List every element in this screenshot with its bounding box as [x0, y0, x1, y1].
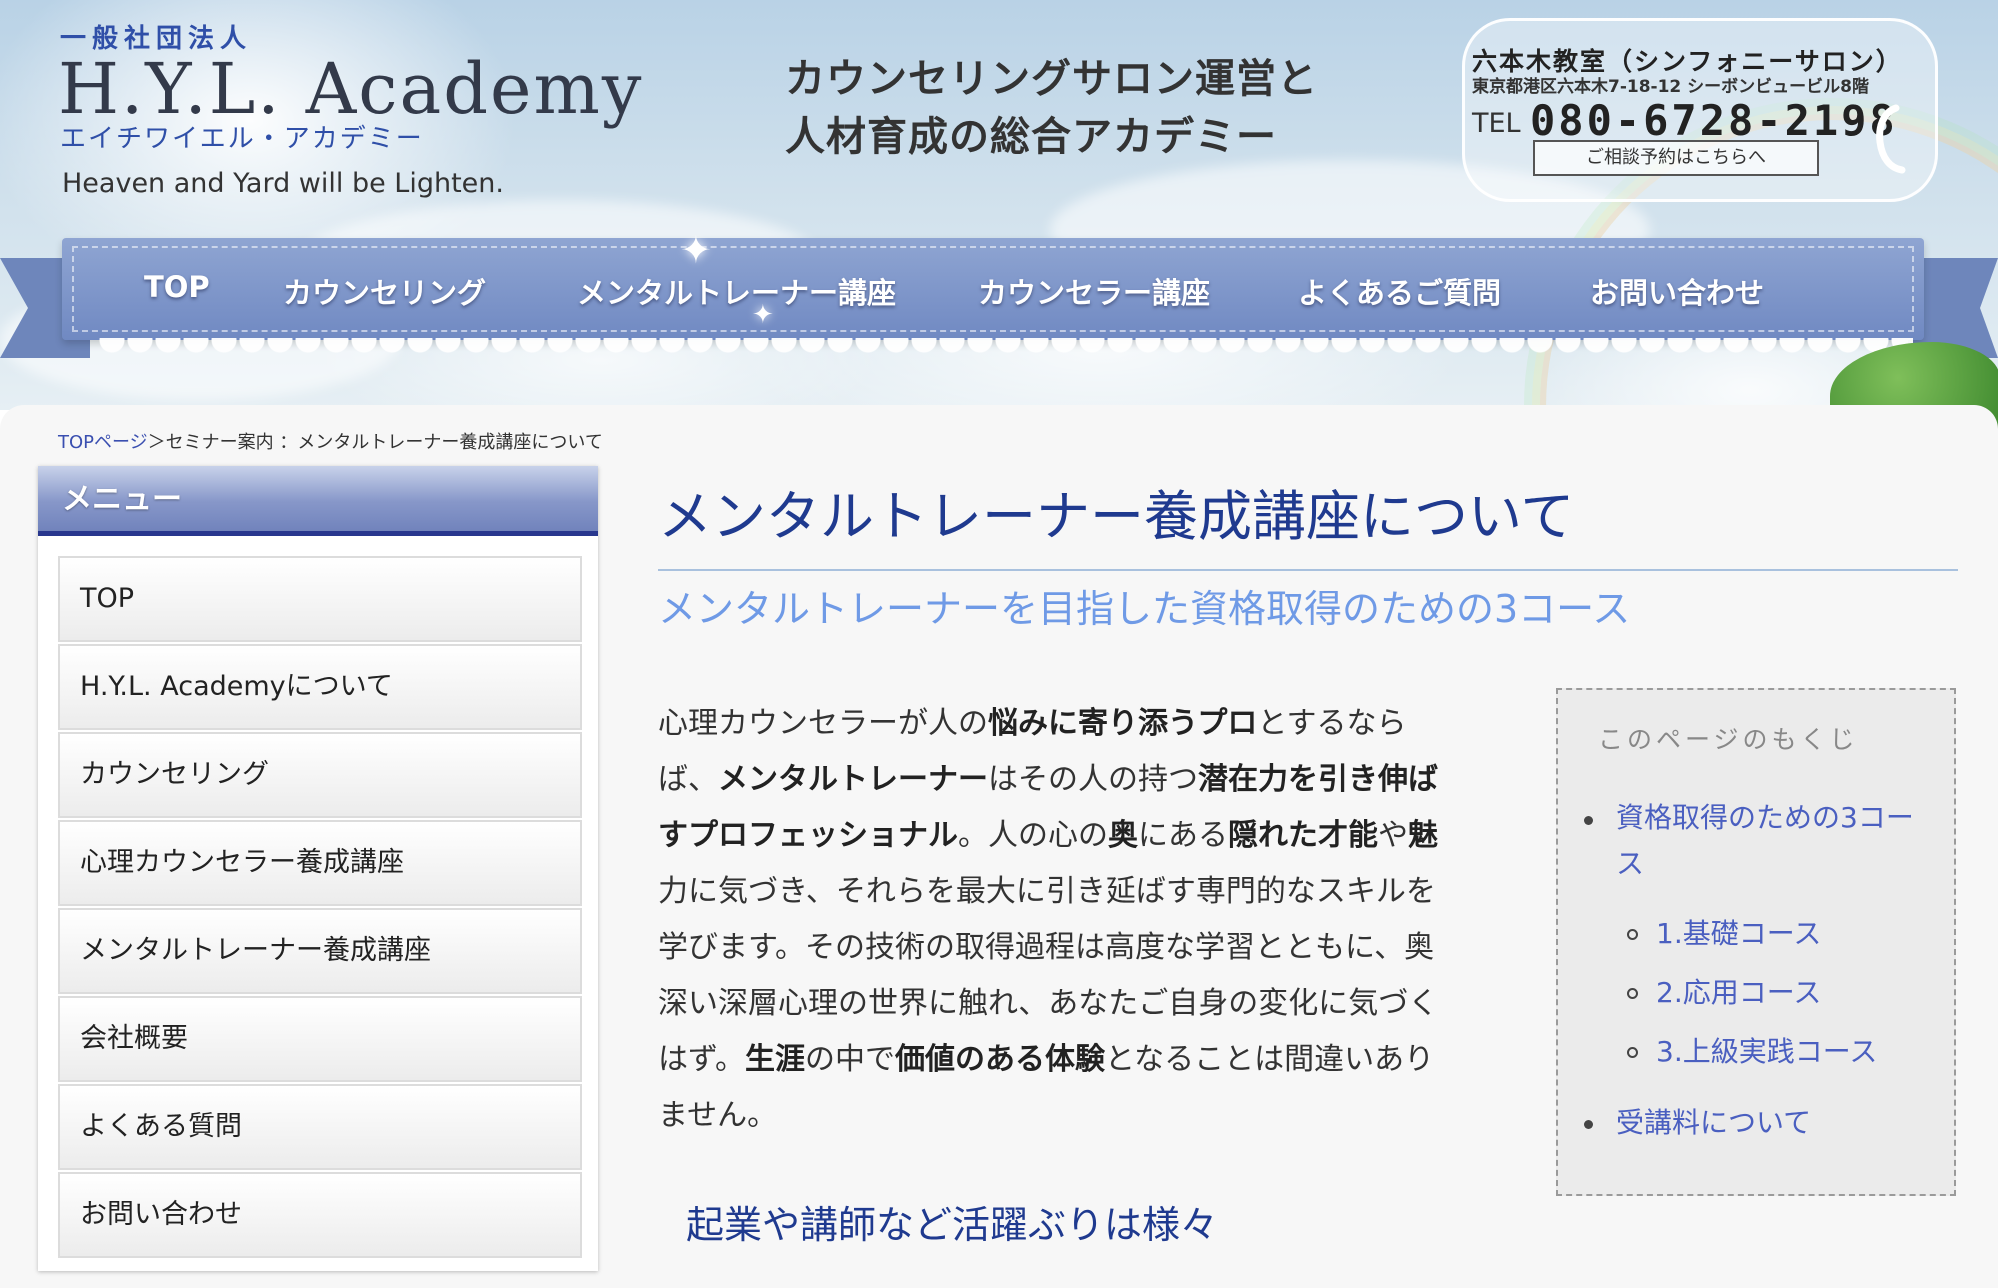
- paragraph-line: ば、メンタルトレーナーはその人の持つ潜在力を引き伸ば: [658, 762, 1438, 797]
- hollow-bullet-icon: [1627, 1047, 1638, 1058]
- sidebar-item-contact[interactable]: お問い合わせ: [58, 1172, 582, 1258]
- nav-faq[interactable]: よくあるご質問: [1298, 270, 1501, 312]
- nav-mental-trainer-course[interactable]: メンタルトレーナー講座: [577, 270, 896, 312]
- paragraph-line: はず。生涯の中で価値のある体験となることは間違いあり: [658, 1042, 1435, 1077]
- sidebar-item-faq[interactable]: よくある質問: [58, 1084, 582, 1170]
- breadcrumb: TOPページ＞セミナー案内 ：メンタルトレーナー養成講座について: [58, 428, 603, 454]
- tel-label: TEL: [1472, 108, 1521, 139]
- breadcrumb-home-link[interactable]: TOPページ: [58, 432, 148, 453]
- site-tagline: Heaven and Yard will be Lighten.: [62, 168, 504, 199]
- sidebar-item-mental-trainer-course[interactable]: メンタルトレーナー養成講座: [58, 908, 582, 994]
- sidebar-item-company[interactable]: 会社概要: [58, 996, 582, 1082]
- header-catchcopy: カウンセリングサロン運営と 人材育成の総合アカデミー: [785, 50, 1318, 166]
- salon-address: 東京都港区六本木7-18-12 シーボンビュービル8階: [1472, 77, 1870, 97]
- paragraph-line: 学びます。その技術の取得過程は高度な学習とともに、奥: [658, 930, 1435, 965]
- nav-contact[interactable]: お問い合わせ: [1590, 270, 1764, 312]
- paragraph-line: 深い深層心理の世界に触れ、あなたご自身の変化に気づく: [658, 986, 1439, 1021]
- sidebar-title: メニュー: [38, 466, 598, 536]
- phone-number[interactable]: 080-6728-2198: [1530, 96, 1898, 145]
- hollow-bullet-icon: [1627, 929, 1638, 940]
- nav-top[interactable]: TOP: [144, 270, 210, 304]
- paragraph-line: 力に気づき、それらを最大に引き延ばす専門的なスキルを: [658, 874, 1436, 909]
- bullet-icon: [1584, 816, 1593, 825]
- page-subtitle: メンタルトレーナーを目指した資格取得のための3コース: [658, 587, 1631, 631]
- bullet-icon: [1584, 1120, 1593, 1129]
- sidebar-item-top[interactable]: TOP: [58, 556, 582, 642]
- toc-link-advanced[interactable]: 3.上級実践コース: [1656, 1030, 1877, 1070]
- lace-decoration: [98, 338, 1913, 368]
- toc-link-courses[interactable]: 資格取得のための3コー ス: [1616, 796, 1914, 882]
- nav-counseling[interactable]: カウンセリング: [283, 270, 486, 312]
- paragraph-line: すプロフェッショナル。人の心の奥にある隠れた才能や魅: [658, 818, 1438, 853]
- sidebar-item-counselor-course[interactable]: 心理カウンセラー養成講座: [58, 820, 582, 906]
- toc-link-applied[interactable]: 2.応用コース: [1656, 971, 1821, 1011]
- intro-paragraph: 心理カウンセラーが人の悩みに寄り添うプロとするなら ば、メンタルトレーナーはその…: [658, 696, 1498, 1144]
- title-divider: [658, 569, 1958, 571]
- nav-counselor-course[interactable]: カウンセラー講座: [978, 270, 1210, 312]
- toc-link-line: 資格取得のための3コー: [1616, 801, 1914, 834]
- paragraph-line: ません。: [658, 1098, 778, 1133]
- toc-title: このページのもくじ: [1598, 725, 1859, 754]
- section-heading: 起業や講師など活躍ぶりは様々: [686, 1203, 1219, 1247]
- breadcrumb-separator: ＞: [147, 432, 166, 453]
- toc-link-basic[interactable]: 1.基礎コース: [1656, 912, 1821, 952]
- sidebar-item-about[interactable]: H.Y.L. Academyについて: [58, 644, 582, 730]
- toc-link-line: ス: [1616, 847, 1645, 880]
- hollow-bullet-icon: [1627, 988, 1638, 999]
- catch-line: 人材育成の総合アカデミー: [785, 113, 1277, 160]
- reservation-button[interactable]: ご相談予約はこちらへ: [1533, 140, 1819, 176]
- phone-icon: [1876, 104, 1906, 174]
- breadcrumb-current: セミナー案内 ：メンタルトレーナー養成講座について: [165, 432, 603, 453]
- logo-kana: エイチワイエル・アカデミー: [60, 124, 424, 154]
- paragraph-line: 心理カウンセラーが人の悩みに寄り添うプロとするなら: [658, 706, 1407, 741]
- page-title: メンタルトレーナー養成講座について: [658, 485, 1575, 548]
- sparkle-icon: ✦: [680, 228, 712, 272]
- toc-link-fees[interactable]: 受講料について: [1616, 1101, 1811, 1141]
- sidebar-item-counseling[interactable]: カウンセリング: [58, 732, 582, 818]
- sidebar-menu: TOP H.Y.L. Academyについて カウンセリング 心理カウンセラー養…: [58, 556, 582, 1260]
- catch-line: カウンセリングサロン運営と: [785, 55, 1318, 102]
